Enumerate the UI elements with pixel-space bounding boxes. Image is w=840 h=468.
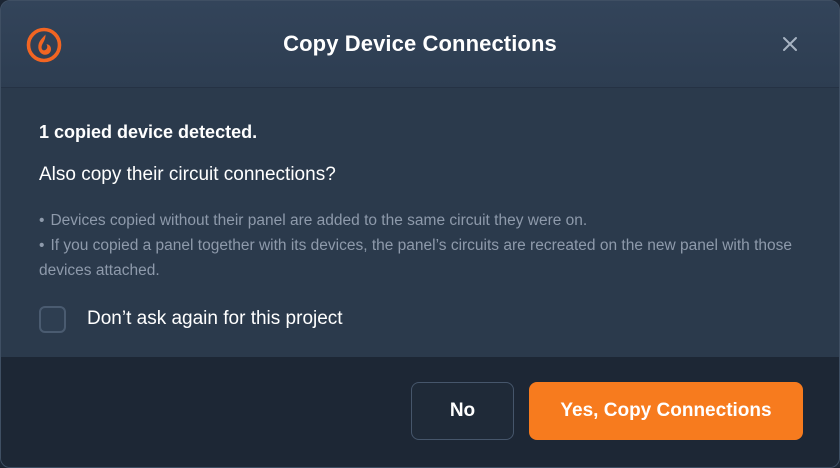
- bullet-icon: •: [39, 237, 45, 254]
- notes-list: • Devices copied without their panel are …: [39, 208, 799, 283]
- note-text: If you copied a panel together with its …: [39, 237, 793, 279]
- dont-ask-again-option[interactable]: Don’t ask again for this project: [39, 304, 343, 334]
- dialog-title: Copy Device Connections: [283, 31, 557, 56]
- dont-ask-again-label[interactable]: Don’t ask again for this project: [87, 308, 343, 330]
- note-text: Devices copied without their panel are a…: [50, 212, 588, 229]
- note-item: • If you copied a panel together with its…: [39, 233, 799, 283]
- yes-copy-connections-button[interactable]: Yes, Copy Connections: [529, 382, 803, 440]
- question-text: Also copy their circuit connections?: [39, 164, 336, 185]
- dont-ask-again-checkbox[interactable]: [39, 305, 66, 333]
- note-item: • Devices copied without their panel are …: [39, 208, 799, 233]
- detected-count-text: 1 copied device detected.: [39, 122, 258, 142]
- dialog-body: 1 copied device detected. Also copy thei…: [1, 88, 839, 356]
- no-button[interactable]: No: [411, 382, 514, 440]
- bullet-icon: •: [39, 212, 45, 229]
- close-icon[interactable]: [777, 31, 803, 57]
- dialog-header: Copy Device Connections: [1, 1, 839, 88]
- dialog-footer: No Yes, Copy Connections: [1, 357, 839, 467]
- copy-connections-dialog: Copy Device Connections 1 copied device …: [0, 0, 840, 468]
